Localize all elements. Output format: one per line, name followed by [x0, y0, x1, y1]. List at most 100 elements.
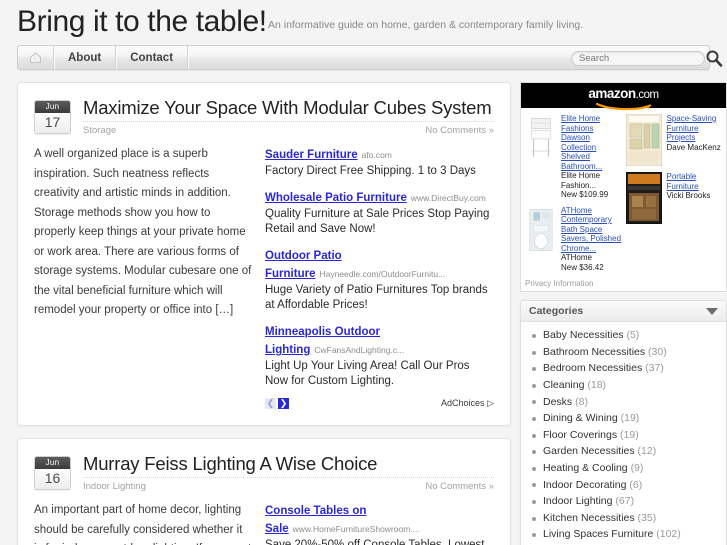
- bathroom-shelf-thumb-image: [526, 114, 556, 162]
- post-date-badge: Jun 16: [34, 456, 71, 490]
- category-label: Living Spaces Furniture: [543, 528, 654, 541]
- category-count: (18): [587, 379, 607, 392]
- category-label: Baby Necessities: [543, 329, 624, 342]
- ad-url: Hayneedle.com/OutdoorFurnitu...: [319, 269, 446, 279]
- category-label: Cleaning: [543, 379, 585, 392]
- category-item[interactable]: Indoor Decorating (6): [521, 476, 726, 493]
- ad-unit: Console Tables on Sale www.HomeFurnitureS…: [265, 501, 494, 545]
- category-item[interactable]: Floor Coverings (19): [521, 427, 726, 444]
- post-date-month: Jun: [35, 457, 70, 469]
- ad-footer: ❮ ❯ AdChoices ▷: [265, 398, 494, 409]
- category-count: (30): [648, 345, 667, 358]
- post-category[interactable]: Indoor Lighting: [83, 481, 146, 492]
- post-header: Jun 16 Murray Feiss Lighting A Wise Choi…: [34, 453, 494, 492]
- category-label: Garden Necessities: [543, 445, 635, 458]
- post-title[interactable]: Murray Feiss Lighting A Wise Choice: [83, 453, 494, 475]
- amazon-ad-widget: amazon.com Elite Home Fashions Dawson Co…: [520, 82, 727, 292]
- amazon-item-link[interactable]: Elite Home Fashions Dawson Collection Sh…: [561, 114, 622, 171]
- ad-title[interactable]: Sauder Furniture: [265, 149, 358, 161]
- site-header: Bring it to the table! An informative gu…: [0, 0, 727, 42]
- site-title: Bring it to the table!: [17, 5, 267, 38]
- chevron-down-icon[interactable]: [706, 307, 718, 315]
- amazon-items-grid: Elite Home Fashions Dawson Collection Sh…: [521, 108, 726, 278]
- category-label: Floor Coverings: [543, 428, 618, 441]
- category-label: Dining & Wining: [543, 412, 618, 425]
- amazon-item-link[interactable]: ATHome Contemporary Bath Space Savers, P…: [561, 206, 622, 254]
- amazon-item-link[interactable]: Portable Furniture: [667, 172, 722, 191]
- ad-title[interactable]: Wholesale Patio Furniture: [265, 192, 407, 204]
- category-item[interactable]: Heating & Cooling (9): [521, 460, 726, 477]
- nav-item-about[interactable]: About: [54, 46, 117, 69]
- amazon-smile-icon: [595, 98, 653, 111]
- category-count: (9): [630, 462, 644, 475]
- category-label: Bathroom Necessities: [543, 345, 646, 358]
- category-count: (19): [620, 428, 639, 441]
- adchoices-label: AdChoices: [441, 398, 485, 408]
- ad-description: Factory Direct Free Shipping. 1 to 3 Day…: [265, 165, 476, 177]
- page-root: Bring it to the table! An informative gu…: [0, 0, 727, 545]
- book-cover-thumb-image: [625, 114, 662, 166]
- ad-next-arrow-icon[interactable]: ❯: [278, 398, 289, 409]
- category-count: (67): [615, 495, 635, 508]
- category-item[interactable]: Cleaning (18): [521, 377, 726, 394]
- category-item[interactable]: Dining & Wining (19): [521, 410, 726, 427]
- ad-unit: Outdoor Patio Furniture Hayneedle.com/Out…: [265, 246, 494, 313]
- category-label: Bedroom Necessities: [543, 362, 643, 375]
- ad-url: www.DirectBuy.com: [410, 193, 486, 203]
- amazon-item-author: Vicki Brooks: [666, 191, 711, 200]
- post-title[interactable]: Maximize Your Space With Modular Cubes S…: [83, 97, 494, 119]
- category-item[interactable]: Desks (8): [521, 393, 726, 410]
- category-item[interactable]: Bedroom Necessities (37): [521, 360, 726, 377]
- category-item[interactable]: Baby Necessities (5): [521, 327, 726, 344]
- category-label: Indoor Lighting: [543, 495, 613, 508]
- ad-url: afo.com: [361, 150, 392, 160]
- amazon-item-seller: Elite Home Fashion...: [561, 171, 601, 190]
- category-count: (35): [637, 511, 657, 524]
- post-date-day: 17: [35, 113, 70, 133]
- category-count: (8): [575, 395, 588, 408]
- category-count: (102): [656, 528, 681, 541]
- nav-item-contact[interactable]: Contact: [116, 46, 189, 69]
- nav-item-home[interactable]: [18, 46, 54, 69]
- post-date-day: 16: [35, 469, 70, 489]
- category-item[interactable]: Bathroom Necessities (30): [521, 344, 726, 361]
- search-input[interactable]: [571, 51, 705, 66]
- ad-prev-arrow-icon[interactable]: ❮: [265, 398, 276, 409]
- amazon-column-left: Elite Home Fashions Dawson Collection Sh…: [524, 112, 624, 276]
- post-body: An important part of home decor, lightin…: [34, 501, 494, 545]
- bath-space-saver-thumb-image: [526, 206, 556, 254]
- ad-unit: Wholesale Patio Furniture www.DirectBuy.c…: [265, 188, 494, 237]
- adchoices-link[interactable]: AdChoices ▷: [441, 398, 494, 409]
- post-category[interactable]: Storage: [83, 125, 116, 136]
- nav-item-contact-label: Contact: [130, 51, 174, 64]
- adchoices-icon: ▷: [487, 398, 494, 408]
- amazon-item-author: Dave MacKenz: [666, 142, 721, 152]
- amazon-item-price: New $109.99: [561, 190, 609, 199]
- ad-description: Save 20%-50% off Console Tables. Lowest …: [265, 539, 485, 545]
- amazon-item-link[interactable]: Space-Saving Furniture Projects: [667, 114, 722, 143]
- category-item[interactable]: Indoor Lighting (67): [521, 493, 726, 510]
- category-item[interactable]: Living Spaces Furniture (102): [521, 526, 726, 543]
- post-heading-block: Murray Feiss Lighting A Wise Choice Indo…: [83, 453, 494, 492]
- post-comments-link[interactable]: No Comments »: [425, 481, 494, 492]
- search-icon[interactable]: [705, 49, 723, 67]
- post-article: Jun 16 Murray Feiss Lighting A Wise Choi…: [17, 438, 511, 545]
- category-label: Kitchen Necessities: [543, 511, 635, 524]
- category-count: (6): [629, 478, 643, 491]
- category-item[interactable]: Garden Necessities (12): [521, 443, 726, 460]
- ad-unit: Sauder Furniture afo.com Factory Direct F…: [265, 145, 494, 179]
- category-count: (5): [626, 329, 640, 342]
- amazon-privacy-link[interactable]: Privacy Information: [521, 278, 726, 291]
- category-item[interactable]: Kitchen Necessities (35): [521, 510, 726, 527]
- amazon-item: ATHome Contemporary Bath Space Savers, P…: [524, 204, 624, 277]
- nav-item-about-label: About: [68, 51, 102, 64]
- post-body: A well organized place is a superb inspi…: [34, 145, 494, 409]
- ad-block: Sauder Furniture afo.com Factory Direct F…: [264, 145, 494, 409]
- main-content: Jun 17 Maximize Your Space With Modular …: [17, 82, 511, 545]
- post-meta: Indoor Lighting No Comments »: [83, 477, 494, 492]
- ad-unit: Minneapolis Outdoor Lighting CwFansAndLig…: [265, 322, 494, 389]
- amazon-item-info: Portable Furniture Vicki Brooks: [667, 172, 722, 224]
- post-comments-link[interactable]: No Comments »: [425, 125, 494, 136]
- ad-block: Console Tables on Sale www.HomeFurnitureS…: [264, 501, 494, 545]
- categories-header: Categories: [521, 301, 726, 322]
